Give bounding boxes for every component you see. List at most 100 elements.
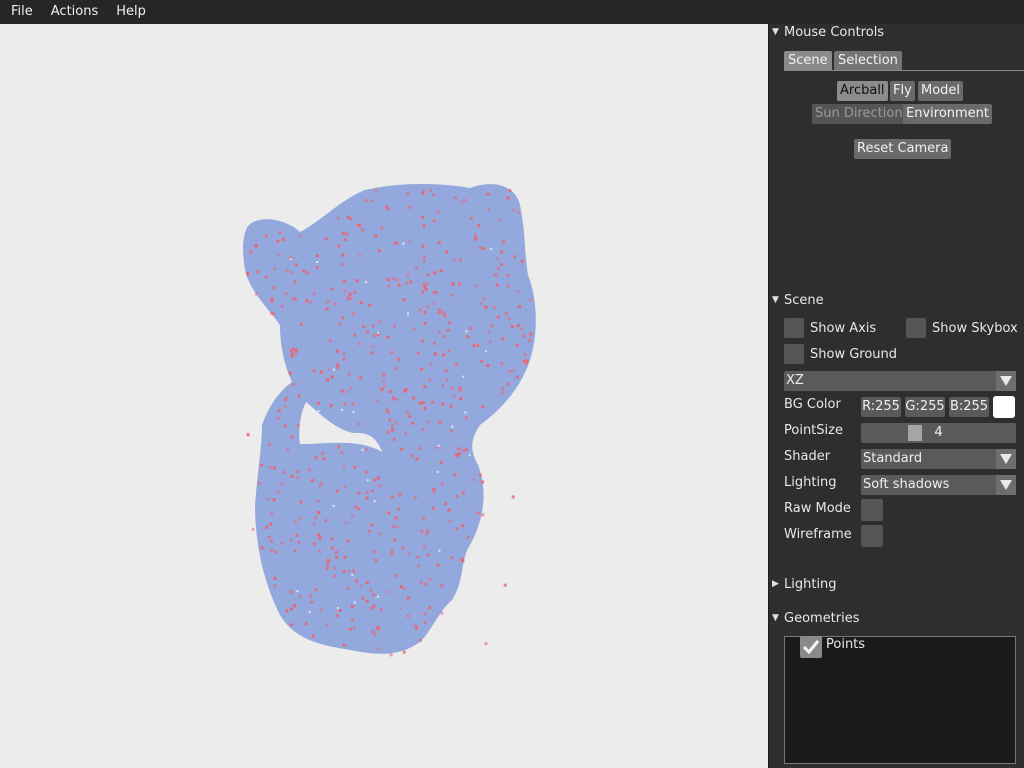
outlier-point	[501, 337, 505, 341]
outlier-point	[413, 327, 417, 331]
bg-color-swatch[interactable]	[993, 396, 1015, 418]
outlier-point	[469, 217, 473, 220]
outlier-point	[346, 587, 350, 590]
outlier-point	[525, 361, 529, 365]
3d-viewport[interactable]	[0, 24, 768, 768]
outlier-point	[529, 332, 533, 336]
outlier-point	[416, 555, 420, 559]
outlier-point	[336, 363, 340, 367]
outlier-point	[365, 491, 369, 495]
outlier-point	[420, 529, 424, 533]
outlier-point	[324, 519, 328, 523]
ground-plane-select[interactable]: XZ	[784, 371, 1016, 391]
outlier-point	[282, 470, 286, 474]
outlier-point	[421, 191, 425, 195]
outlier-point	[345, 232, 349, 236]
point-size-slider[interactable]: 4	[861, 423, 1016, 443]
show-axis-checkbox[interactable]	[784, 318, 804, 338]
model-button[interactable]: Model	[918, 81, 964, 101]
show-ground-label: Show Ground	[810, 347, 898, 362]
outlier-point	[318, 485, 322, 489]
outlier-point	[312, 369, 316, 373]
outlier-point	[459, 258, 462, 262]
outlier-point	[431, 506, 435, 510]
bg-red-field[interactable]: R:255	[861, 397, 901, 417]
arcball-button[interactable]: Arcball	[837, 81, 888, 101]
show-ground-checkbox[interactable]	[784, 344, 804, 364]
outlier-point	[376, 625, 380, 629]
reset-camera-button[interactable]: Reset Camera	[854, 139, 952, 159]
sun-direction-button[interactable]: Sun Direction	[812, 104, 906, 124]
outlier-point	[319, 370, 323, 374]
fly-button[interactable]: Fly	[890, 81, 915, 101]
outlier-point	[260, 463, 264, 467]
outlier-point	[370, 199, 374, 203]
outlier-point	[342, 465, 346, 469]
menu-help[interactable]: Help	[107, 0, 155, 24]
wireframe-checkbox[interactable]	[861, 525, 883, 547]
highlight-point	[332, 505, 335, 507]
tab-scene[interactable]: Scene	[784, 51, 832, 71]
outlier-point	[452, 394, 456, 398]
outlier-point	[319, 608, 323, 612]
outlier-point	[359, 376, 363, 380]
outlier-point	[341, 253, 345, 257]
outlier-point	[495, 257, 499, 261]
outlier-point	[482, 247, 486, 250]
outlier-point	[391, 524, 395, 528]
outlier-point	[397, 357, 401, 361]
outlier-point	[474, 234, 478, 238]
outlier-point	[298, 595, 302, 599]
show-skybox-checkbox[interactable]	[906, 318, 926, 338]
outlier-point	[365, 581, 369, 585]
bg-blue-field[interactable]: B:255	[949, 397, 989, 417]
outlier-point	[457, 447, 461, 451]
outlier-point	[291, 383, 295, 387]
lighting-section-header[interactable]: ▶ Lighting	[772, 575, 837, 593]
tab-selection[interactable]: Selection	[834, 51, 902, 71]
outlier-point	[285, 269, 289, 273]
menu-actions[interactable]: Actions	[42, 0, 108, 24]
outlier-point	[394, 516, 398, 520]
geometries-header[interactable]: ▼ Geometries	[772, 609, 860, 627]
outlier-point	[335, 349, 339, 353]
points-visibility-checkbox[interactable]	[800, 636, 822, 658]
environment-button[interactable]: Environment	[903, 104, 993, 124]
outlier-point	[428, 577, 432, 581]
outlier-point	[445, 250, 449, 254]
mouse-controls-header[interactable]: ▼ Mouse Controls	[772, 23, 884, 41]
raw-mode-checkbox[interactable]	[861, 499, 883, 521]
outlier-point	[406, 596, 410, 600]
outlier-point	[445, 378, 449, 382]
outlier-point	[424, 621, 427, 625]
outlier-point	[350, 604, 354, 608]
bg-green-field[interactable]: G:255	[905, 397, 945, 417]
outlier-point	[449, 429, 453, 433]
lighting-select[interactable]: Soft shadows	[861, 475, 1016, 495]
outlier-point	[442, 335, 446, 339]
outlier-point	[516, 289, 520, 293]
outlier-point	[338, 322, 342, 326]
collapse-triangle-icon: ▼	[772, 613, 779, 623]
menu-file[interactable]: File	[2, 0, 42, 24]
outlier-point	[370, 606, 373, 610]
outlier-point	[484, 642, 488, 646]
list-item-points[interactable]: Points	[826, 637, 865, 652]
outlier-point	[314, 588, 318, 592]
shader-select[interactable]: Standard	[861, 449, 1016, 469]
outlier-point	[497, 217, 501, 221]
outlier-point	[452, 258, 456, 262]
section-title: Mouse Controls	[784, 24, 885, 40]
outlier-point	[281, 237, 285, 241]
outlier-point	[293, 604, 296, 608]
highlight-point	[353, 601, 356, 604]
outlier-point	[371, 630, 375, 634]
outlier-point	[403, 587, 407, 591]
scene-header[interactable]: ▼ Scene	[772, 291, 824, 309]
outlier-point	[421, 216, 425, 219]
outlier-point	[342, 357, 346, 361]
outlier-point	[428, 378, 432, 382]
outlier-point	[371, 324, 375, 328]
outlier-point	[349, 296, 353, 300]
highlight-point	[289, 258, 292, 261]
